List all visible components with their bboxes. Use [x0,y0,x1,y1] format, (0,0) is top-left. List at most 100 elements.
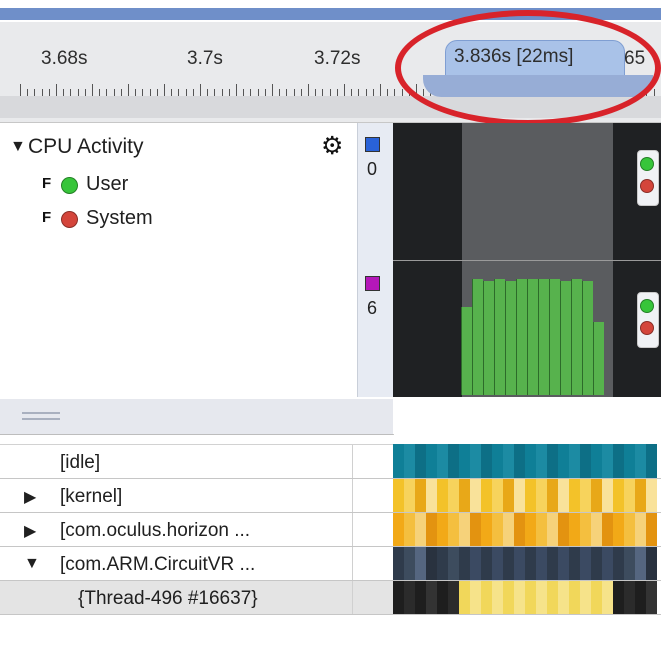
ruler-tick [49,89,50,96]
heat-cell [569,546,580,580]
heat-cell [635,478,646,512]
ruler-tick [322,89,323,96]
heat-cell [536,546,547,580]
tree-row[interactable]: ▶ [com.oculus.horizon ... [0,512,393,547]
ruler-tick [70,89,71,96]
ruler-tick [114,89,115,96]
ruler-tick [358,89,359,96]
heat-row-thread [393,580,661,614]
heat-cell [569,478,580,512]
heat-cell [536,478,547,512]
heat-cell [448,580,459,614]
cpu-user-bar [593,322,604,395]
ruler-tick [337,89,338,96]
cpu-user-bar [494,279,505,395]
row-divider [352,445,353,479]
heat-cell [613,478,624,512]
row-label: [kernel] [60,486,123,507]
ruler-tick [193,89,194,96]
ruler-tick [315,89,316,96]
heat-cell [426,546,437,580]
ruler-tick [330,89,331,96]
ruler-tick [42,89,43,96]
ruler-tick [286,89,287,96]
collapsed-arrow-icon[interactable]: ▶ [24,487,36,507]
mini-legend-box [637,292,659,348]
ruler-tick [301,89,302,96]
tree-row-thread[interactable]: {Thread-496 #16637} [0,580,393,615]
heat-cell [580,580,591,614]
ruler-tick [394,89,395,96]
ruler-tick [106,89,107,96]
ruler-tick [243,89,244,96]
heat-cell [635,512,646,546]
heat-cell [470,546,481,580]
heat-cell [591,444,602,478]
chart-divider [393,260,661,261]
user-dot-icon [640,299,654,313]
collapsed-arrow-icon[interactable]: ▶ [24,521,36,541]
heat-cell [525,478,536,512]
heat-cell [635,444,646,478]
flag-f-icon: F [42,175,52,192]
heat-cell [393,478,404,512]
cpu-user-bar [538,279,549,395]
ruler-tick [654,89,655,96]
ruler-tick [236,84,237,96]
heat-cell [580,512,591,546]
scale-column: 0 6 [357,123,394,397]
heat-cell [492,478,503,512]
tick-label: 3.7s [187,48,223,69]
heat-cell [569,444,580,478]
heat-cell [514,478,525,512]
ruler-tick [380,84,381,96]
heat-cell [415,512,426,546]
panel-title: CPU Activity [28,135,144,158]
heat-cell [635,546,646,580]
gear-icon[interactable]: ⚙ [321,131,343,161]
highlight-ellipse [395,10,661,126]
scale-blue-square-icon [365,137,380,152]
grip-line-icon[interactable] [22,418,60,420]
heat-cell [525,512,536,546]
heat-cell [514,546,525,580]
expand-arrow-icon[interactable]: ▼ [10,138,26,156]
grip-line-icon[interactable] [22,412,60,414]
cpu-user-bar [505,281,516,395]
heat-cell [503,512,514,546]
expanded-arrow-icon[interactable]: ▼ [24,555,40,573]
heat-cell [437,580,448,614]
heat-cell [624,478,635,512]
cpu-user-bar [560,281,571,395]
tree-header [0,399,394,435]
heat-cell [470,580,481,614]
heat-cell [602,546,613,580]
heat-cell [536,580,547,614]
heat-cell [470,444,481,478]
heat-cell [514,512,525,546]
heat-cell [547,512,558,546]
row-separator [0,580,661,581]
user-dot-icon [640,157,654,171]
heat-row-idle [393,444,661,478]
heat-cell [569,512,580,546]
heat-cell [580,546,591,580]
ruler-tick [265,89,266,96]
heat-cell [448,478,459,512]
tree-row[interactable]: [idle] [0,444,393,479]
ruler-tick [128,84,129,96]
heat-cell [393,512,404,546]
ruler-tick [78,89,79,96]
ruler-tick [366,89,367,96]
tree-row[interactable]: ▼ [com.ARM.CircuitVR ... [0,546,393,581]
heat-cell [646,444,657,478]
heat-cell [602,580,613,614]
ruler-tick [99,89,100,96]
tree-row[interactable]: ▶ [kernel] [0,478,393,513]
heat-cell [624,580,635,614]
ruler-tick [20,84,21,96]
heat-cell [426,478,437,512]
scale-value: 0 [367,159,378,179]
heat-cell [525,546,536,580]
heat-row-horizon [393,512,661,546]
